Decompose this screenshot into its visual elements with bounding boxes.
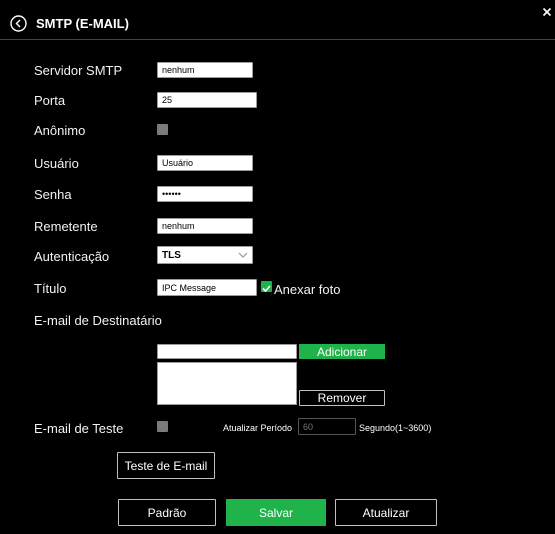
remove-button[interactable]: Remover [299,390,385,406]
title-label: Título [34,281,67,296]
server-input[interactable] [157,62,253,78]
attach-photo-checkbox[interactable] [261,281,272,293]
anonymous-label: Anônimo [34,123,86,138]
close-icon[interactable] [542,4,552,17]
auth-label: Autenticação [34,249,110,264]
sender-label: Remetente [34,219,98,234]
save-button[interactable]: Salvar [226,499,326,526]
back-circle-icon[interactable] [10,15,27,32]
anonymous-checkbox[interactable] [157,124,168,135]
update-period-label: Atualizar Período [223,423,293,433]
recipient-label: E-mail de Destinatário [34,313,162,328]
update-period-input[interactable] [298,418,356,435]
update-period-unit: Segundo(1~3600) [359,423,432,433]
chevron-down-icon [238,250,248,261]
test-email-checkbox[interactable] [157,421,168,432]
password-label: Senha [34,187,72,202]
page-title: SMTP (E-MAIL) [36,16,129,31]
recipient-list[interactable] [157,362,297,405]
auth-select-value: TLS [162,249,181,261]
server-label: Servidor SMTP [34,63,123,78]
sender-input[interactable] [157,218,253,234]
password-input[interactable] [157,186,253,202]
test-email-label: E-mail de Teste [34,421,124,436]
user-label: Usuário [34,156,79,171]
recipient-input[interactable] [157,344,297,359]
checkmark-icon [262,285,271,293]
attach-photo-label: Anexar foto [274,282,341,297]
port-input[interactable] [157,92,257,108]
auth-select[interactable]: TLS [157,246,253,264]
port-label: Porta [34,93,66,108]
add-button[interactable]: Adicionar [299,344,385,359]
user-input[interactable] [157,155,253,171]
title-input[interactable] [157,279,257,296]
refresh-button[interactable]: Atualizar [335,499,437,526]
header-divider [0,39,555,40]
default-button[interactable]: Padrão [118,499,216,526]
test-email-button[interactable]: Teste de E-mail [117,452,215,479]
